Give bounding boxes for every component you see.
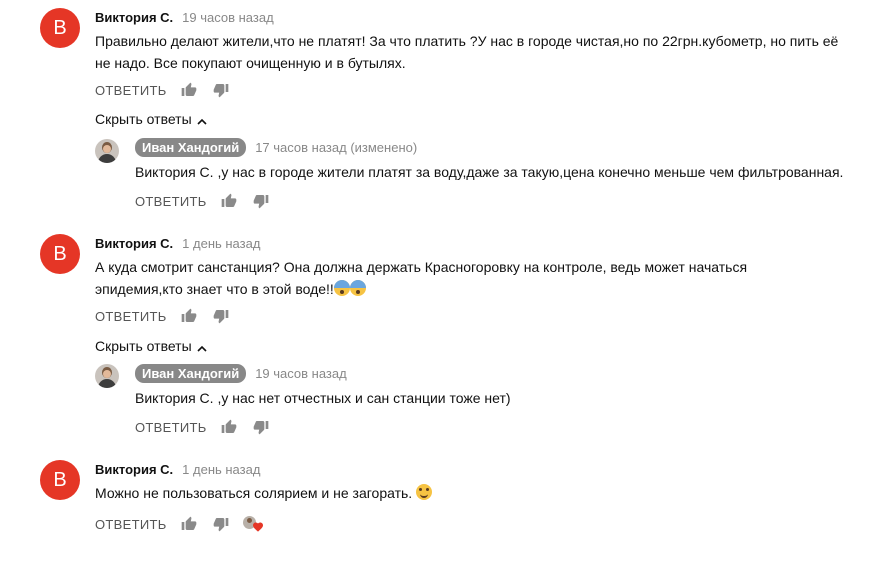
timestamp[interactable]: 1 день назад: [182, 236, 260, 251]
timestamp[interactable]: 19 часов назад: [182, 10, 274, 25]
comment-header: Виктория С. 1 день назад: [95, 460, 260, 478]
thumbs-up-icon[interactable]: [179, 80, 199, 100]
thumbs-down-icon[interactable]: [211, 306, 231, 326]
heart-icon: [253, 522, 263, 532]
comment-text: А куда смотрит санстанция? Она должна де…: [95, 256, 785, 300]
thumbs-up-icon[interactable]: [179, 514, 199, 534]
reply-button[interactable]: ОТВЕТИТЬ: [95, 83, 167, 98]
thumbs-down-icon[interactable]: [211, 514, 231, 534]
reply-header: Иван Хандогий 19 часов назад: [135, 363, 347, 383]
comment-text: Можно не пользоваться солярием и не заго…: [95, 482, 815, 504]
reply-avatar[interactable]: [95, 364, 119, 388]
comment-text-body: Можно не пользоваться солярием и не заго…: [95, 485, 413, 501]
comment-text-body: А куда смотрит санстанция? Она должна де…: [95, 259, 748, 297]
comment-header: Виктория С. 19 часов назад: [95, 8, 274, 26]
reply-avatar[interactable]: [95, 139, 119, 163]
avatar[interactable]: В: [40, 8, 80, 48]
reply-header: Иван Хандогий 17 часов назад (изменено): [135, 137, 417, 157]
creator-heart-badge: [243, 516, 265, 534]
thumbs-down-icon[interactable]: [211, 80, 231, 100]
reply-actions: ОТВЕТИТЬ: [135, 417, 271, 437]
thumbs-down-icon[interactable]: [251, 417, 271, 437]
thumbs-down-icon[interactable]: [251, 191, 271, 211]
reply-text: Виктория С. ,у нас в городе жители платя…: [135, 164, 844, 180]
reply-actions: ОТВЕТИТЬ: [135, 191, 271, 211]
reply-timestamp[interactable]: 17 часов назад (изменено): [255, 140, 417, 155]
reply-button[interactable]: ОТВЕТИТЬ: [135, 194, 207, 209]
smiling-face-emoji: [416, 484, 433, 500]
thumbs-up-icon[interactable]: [179, 306, 199, 326]
reply-text: Виктория С. ,у нас нет отчестных и сан с…: [135, 390, 511, 406]
hide-replies-toggle[interactable]: Скрыть ответы: [95, 337, 207, 355]
comment-actions: ОТВЕТИТЬ: [95, 514, 231, 534]
thumbs-up-icon[interactable]: [219, 191, 239, 211]
avatar[interactable]: В: [40, 234, 80, 274]
reply-button[interactable]: ОТВЕТИТЬ: [135, 420, 207, 435]
creator-author-badge[interactable]: Иван Хандогий: [135, 137, 247, 157]
author-name[interactable]: Виктория С.: [95, 462, 173, 477]
comment-text: Правильно делают жители,что не платят! З…: [95, 33, 839, 71]
avatar[interactable]: В: [40, 460, 80, 500]
comment-actions: ОТВЕТИТЬ: [95, 80, 231, 100]
fearful-face-emoji: [349, 280, 366, 296]
reply-timestamp[interactable]: 19 часов назад: [255, 366, 347, 381]
creator-author-badge[interactable]: Иван Хандогий: [135, 363, 247, 383]
chevron-up-icon: [197, 341, 207, 352]
hide-replies-toggle[interactable]: Скрыть ответы: [95, 110, 207, 128]
thumbs-up-icon[interactable]: [219, 417, 239, 437]
author-name[interactable]: Виктория С.: [95, 236, 173, 251]
fearful-face-emoji: [333, 280, 350, 296]
comment-header: Виктория С. 1 день назад: [95, 234, 260, 252]
author-name[interactable]: Виктория С.: [95, 10, 173, 25]
timestamp[interactable]: 1 день назад: [182, 462, 260, 477]
hide-replies-label: Скрыть ответы: [95, 111, 192, 127]
hide-replies-label: Скрыть ответы: [95, 338, 192, 354]
reply-button[interactable]: ОТВЕТИТЬ: [95, 309, 167, 324]
reply-button[interactable]: ОТВЕТИТЬ: [95, 517, 167, 532]
chevron-up-icon: [197, 114, 207, 125]
comment-actions: ОТВЕТИТЬ: [95, 306, 231, 326]
